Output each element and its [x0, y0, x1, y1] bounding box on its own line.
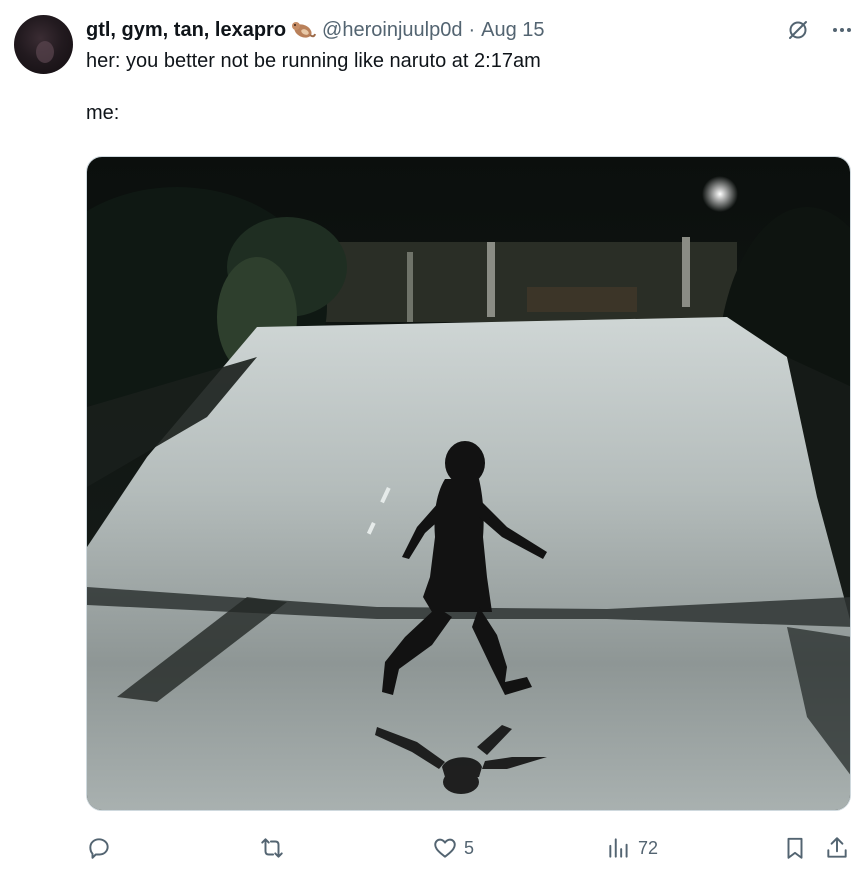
- grok-icon[interactable]: [786, 18, 810, 42]
- tweet-header: gtl, gym, tan, lexapro @heroinjuulp0d · …: [86, 16, 854, 44]
- header-actions: [786, 16, 854, 44]
- views-count: 72: [638, 837, 659, 858]
- tweet-actions: 5 72: [86, 830, 854, 866]
- avatar-face: [36, 41, 54, 63]
- bookmark-icon: [787, 837, 803, 859]
- reply-button[interactable]: [86, 830, 118, 866]
- tweet-date[interactable]: Aug 15: [481, 19, 544, 42]
- otter-emoji-icon: [290, 20, 317, 40]
- views-chart-icon: [609, 838, 628, 858]
- views-button[interactable]: 72: [606, 830, 658, 866]
- handle[interactable]: @heroinjuulp0d: [322, 19, 462, 42]
- like-button[interactable]: 5: [432, 830, 474, 866]
- retweet-icon: [261, 838, 283, 858]
- share-icon: [827, 837, 847, 858]
- share-button[interactable]: [824, 830, 850, 866]
- retweet-button[interactable]: [258, 830, 292, 866]
- avatar[interactable]: [14, 15, 73, 74]
- display-name[interactable]: gtl, gym, tan, lexapro: [86, 19, 286, 42]
- tweet-text: her: you better not be running like naru…: [86, 50, 541, 124]
- like-count: 5: [464, 837, 475, 858]
- bookmark-button[interactable]: [782, 830, 808, 866]
- heart-icon: [434, 838, 456, 858]
- reply-icon: [89, 838, 109, 859]
- more-options-icon[interactable]: [830, 18, 854, 42]
- tweet-media[interactable]: [86, 156, 851, 811]
- night-road-photo: [87, 157, 850, 810]
- separator-dot: ·: [468, 18, 476, 41]
